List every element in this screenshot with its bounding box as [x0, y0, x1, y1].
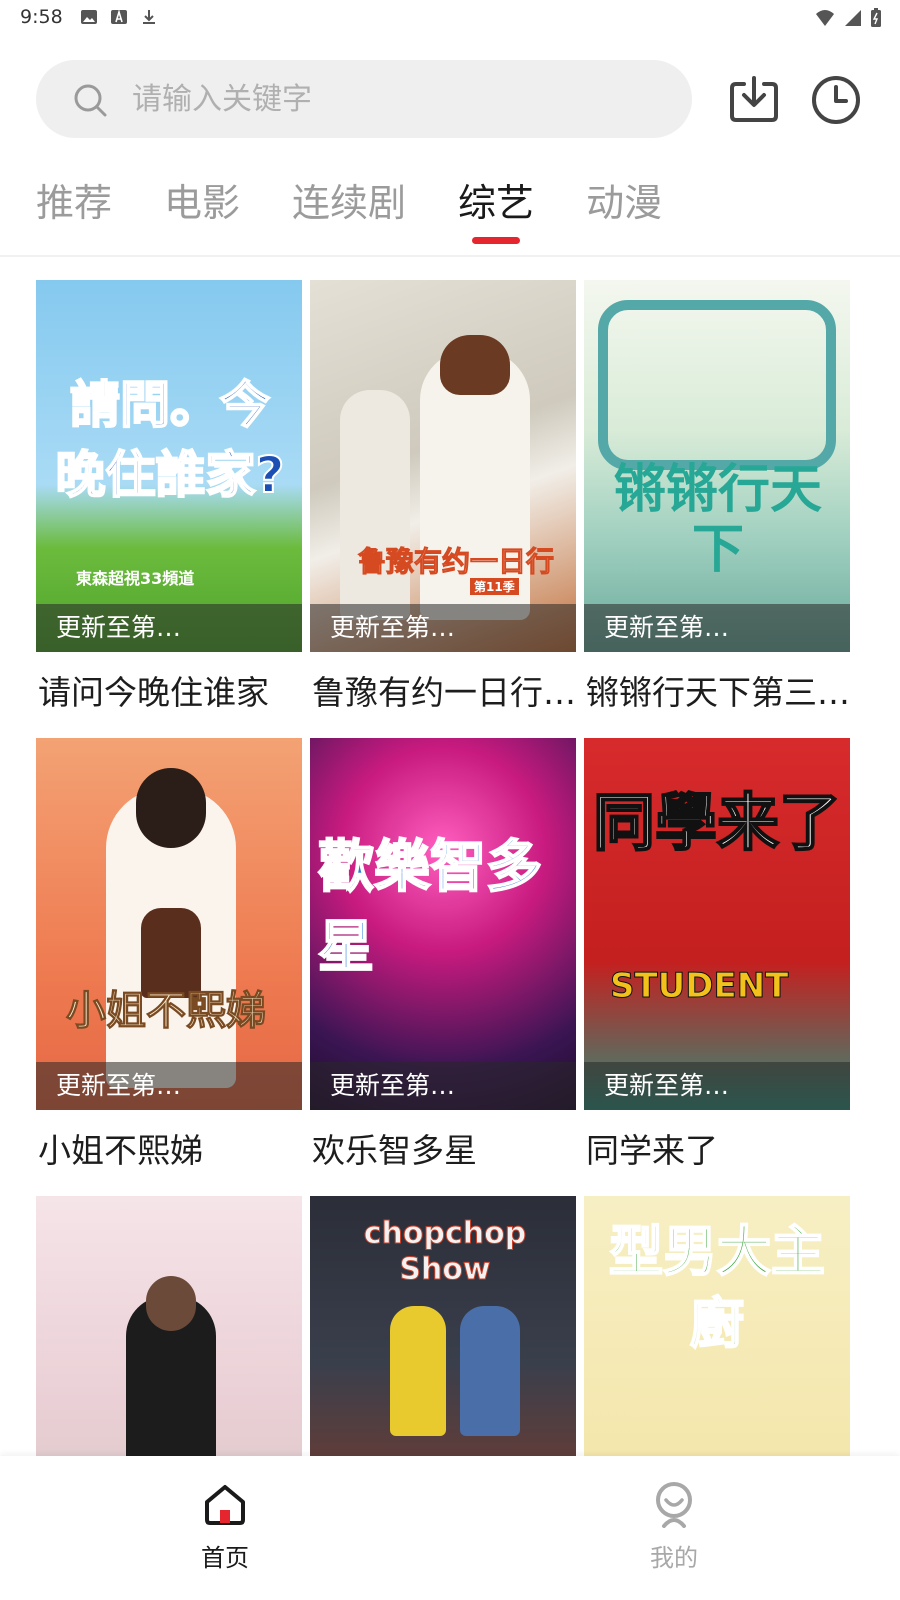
wifi-icon [816, 10, 834, 26]
poster-art: 锵锵行天下 [584, 280, 850, 652]
tab-active-indicator [472, 237, 521, 244]
tab-label: 电影 [164, 181, 241, 225]
window-frame [598, 300, 836, 470]
poster-title-text: 歡樂智多星 [317, 834, 543, 981]
tab-label: 推荐 [36, 181, 113, 225]
update-badge: 更新至第… [584, 604, 850, 652]
clock-icon[interactable] [810, 74, 862, 126]
poster-title-text: 請問。今晚住誰家? [54, 375, 285, 505]
show-poster: 鲁豫有约一日行 第11季 更新至第… [310, 280, 576, 652]
poster-art: 小姐不熙娣 [36, 738, 302, 1110]
person-figure-two [460, 1306, 520, 1436]
user-icon [656, 1482, 692, 1528]
show-title: 同学来了 [586, 1131, 718, 1170]
update-badge: 更新至第… [310, 1062, 576, 1110]
poster-title-text: 锵锵行天下 [613, 460, 822, 580]
download-tray-icon[interactable] [728, 74, 780, 124]
search-bar[interactable] [36, 60, 692, 138]
update-badge: 更新至第… [310, 604, 576, 652]
tab-variety[interactable]: 综艺 [458, 170, 535, 244]
battery-icon [871, 8, 881, 27]
show-title: 小姐不熙娣 [38, 1131, 203, 1170]
search-icon [74, 84, 107, 117]
show-poster: 請問。今晚住誰家? 東森超視33頻道 更新至第… [36, 280, 302, 652]
poster-art: 型男大主廚 [584, 1196, 850, 1456]
show-poster: 锵锵行天下 更新至第… [584, 280, 850, 652]
bottom-nav: 首页 我的 [0, 1456, 900, 1600]
show-poster: 小姐不熙娣 更新至第… [36, 738, 302, 1110]
home-icon [205, 1485, 245, 1525]
show-title: 欢乐智多星 [312, 1131, 477, 1170]
image-icon [81, 10, 97, 24]
poster-title-text: 型男大主廚 [608, 1219, 826, 1356]
poster-art [36, 1196, 302, 1456]
search-input[interactable] [132, 60, 652, 138]
poster-title-text: 小姐不熙娣 [66, 988, 267, 1035]
status-bar: 9:58 [0, 0, 900, 38]
tab-label: 综艺 [458, 181, 535, 225]
show-poster: 型男大主廚 [584, 1196, 850, 1456]
show-poster: 歡樂智多星 更新至第… [310, 738, 576, 1110]
nav-mine-label: 我的 [650, 1544, 698, 1572]
poster-art: 同學来了 STUDENT [584, 738, 850, 1110]
poster-art: 請問。今晚住誰家? 東森超視33頻道 [36, 280, 302, 652]
show-poster [36, 1196, 302, 1456]
tab-series[interactable]: 连续剧 [292, 170, 406, 240]
person-hair [440, 335, 510, 395]
variety-grid: 請問。今晚住誰家? 東森超視33頻道 更新至第… 请问今晚住谁家 鲁豫有约一日行… [36, 280, 864, 1456]
download-icon [143, 10, 155, 24]
nav-home-label: 首页 [201, 1544, 249, 1572]
poster-title-text: 同學来了 [592, 785, 842, 860]
person-figure [390, 1306, 446, 1436]
poster-title-text: 鲁豫有约一日行 [357, 545, 555, 579]
poster-title-text: chopchop Show [363, 1216, 527, 1288]
update-badge: 更新至第… [36, 604, 302, 652]
category-tabs: 推荐 电影 连续剧 综艺 动漫 [36, 170, 662, 250]
show-poster: 同學来了 STUDENT 更新至第… [584, 738, 850, 1110]
poster-art: 鲁豫有约一日行 第11季 [310, 280, 576, 652]
update-badge: 更新至第… [584, 1062, 850, 1110]
nav-mine[interactable]: 我的 [614, 1470, 734, 1580]
show-title: 请问今晚住谁家 [38, 673, 269, 712]
tab-label: 动漫 [586, 181, 663, 225]
poster-art: 歡樂智多星 [310, 738, 576, 1110]
update-badge: 更新至第… [36, 1062, 302, 1110]
poster-subtitle-text: 第11季 [470, 578, 519, 595]
poster-subtitle-text: 東森超視33頻道 [76, 569, 195, 588]
tabs-divider [0, 255, 900, 257]
status-right-icons [814, 8, 882, 28]
show-poster: chopchop Show [310, 1196, 576, 1456]
status-time: 9:58 [20, 6, 63, 28]
signal-icon [845, 10, 861, 26]
tab-movies[interactable]: 电影 [164, 170, 240, 240]
tab-label: 连续剧 [292, 181, 407, 225]
font-icon [111, 9, 127, 24]
person-head [146, 1276, 196, 1331]
tab-recommend[interactable]: 推荐 [36, 170, 112, 240]
person-figure-back [340, 390, 410, 620]
show-title: 鲁豫有约一日行… [312, 673, 576, 712]
tab-anime[interactable]: 动漫 [586, 170, 662, 240]
person-dress [141, 908, 201, 998]
person-hair [136, 768, 206, 848]
poster-subtitle-text: STUDENT [609, 966, 789, 1007]
poster-art: chopchop Show [310, 1196, 576, 1456]
status-left-icons [80, 8, 158, 26]
show-title: 锵锵行天下第三… [586, 673, 850, 712]
nav-home[interactable]: 首页 [165, 1470, 285, 1580]
